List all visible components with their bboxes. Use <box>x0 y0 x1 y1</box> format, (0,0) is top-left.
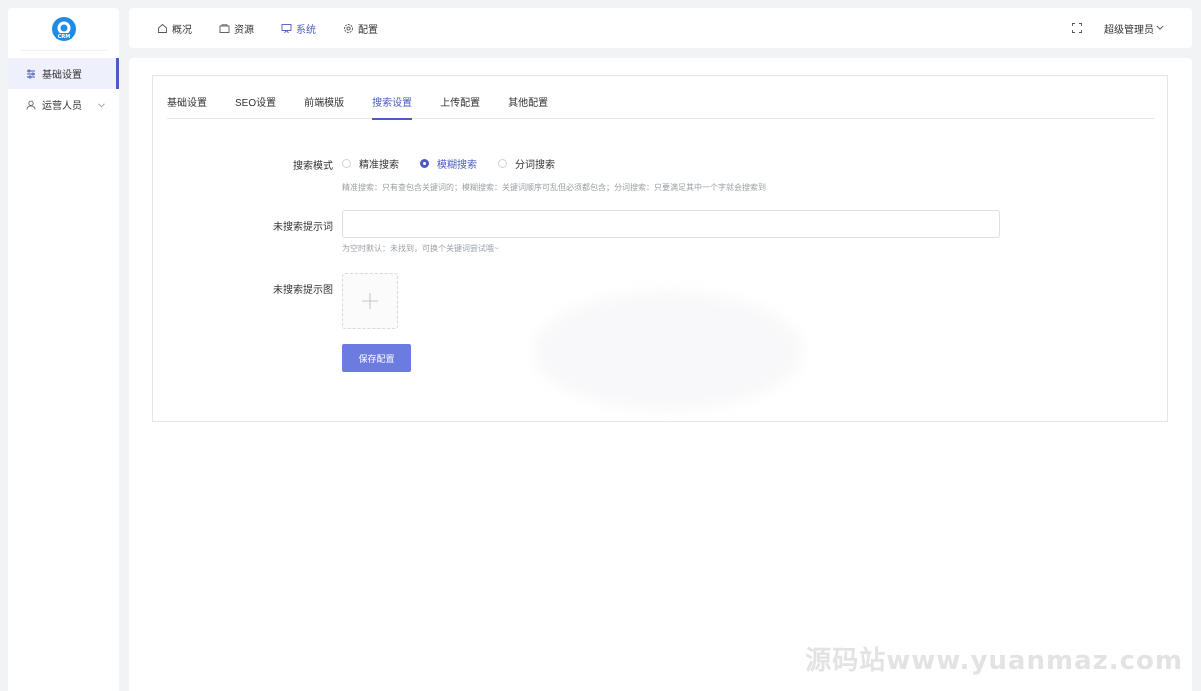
background-blur <box>533 291 803 411</box>
tab-frontend-template[interactable]: 前端模版 <box>304 97 344 119</box>
radio-segment-search[interactable]: 分词搜索 <box>498 156 555 171</box>
search-mode-radio-group: 精准搜索 模糊搜索 分词搜索 <box>342 156 576 171</box>
nav-overview[interactable]: 概况 <box>157 21 192 36</box>
user-name: 超级管理员 <box>1104 24 1154 36</box>
nav-system[interactable]: 系统 <box>281 21 316 36</box>
main-content: 基础设置 SEO设置 前端模版 搜索设置 上传配置 其他配置 搜索模式 精准搜索… <box>129 58 1192 691</box>
nav-resources[interactable]: 资源 <box>219 21 254 36</box>
nav-label: 概况 <box>172 24 192 36</box>
nav-config[interactable]: 配置 <box>343 21 378 36</box>
nav-label: 配置 <box>358 24 378 36</box>
sidebar: CRM 基础设置 运营人员 <box>8 8 119 691</box>
user-icon <box>26 100 36 110</box>
monitor-icon <box>281 23 292 34</box>
tab-upload[interactable]: 上传配置 <box>440 97 480 119</box>
nav-label: 资源 <box>234 24 254 36</box>
search-mode-label: 搜索模式 <box>293 161 333 172</box>
settings-card: 基础设置 SEO设置 前端模版 搜索设置 上传配置 其他配置 搜索模式 精准搜索… <box>152 75 1168 422</box>
folder-icon <box>219 23 230 34</box>
image-upload-box[interactable] <box>342 273 398 329</box>
fullscreen-icon[interactable] <box>1072 23 1082 33</box>
plus-icon <box>362 293 378 309</box>
tab-other[interactable]: 其他配置 <box>508 97 548 119</box>
no-result-tip-help: 为空时默认：未找到，可换个关键词尝试哦~ <box>342 244 499 253</box>
no-result-image-label: 未搜索提示图 <box>273 285 333 296</box>
radio-exact-search[interactable]: 精准搜索 <box>342 156 399 171</box>
radio-circle <box>342 159 351 168</box>
user-menu[interactable]: 超级管理员 <box>1104 21 1164 36</box>
settings-tabs: 基础设置 SEO设置 前端模版 搜索设置 上传配置 其他配置 <box>167 97 1154 120</box>
radio-circle <box>498 159 507 168</box>
tab-basic[interactable]: 基础设置 <box>167 97 207 119</box>
watermark: 源码站www.yuanmaz.com <box>805 646 1183 676</box>
radio-label: 模糊搜索 <box>437 160 477 171</box>
top-navbar: 概况 资源 系统 配置 超级管理员 <box>129 8 1192 48</box>
gear-icon <box>343 23 354 34</box>
sliders-icon <box>26 69 36 79</box>
sidebar-item-operators[interactable]: 运营人员 <box>8 89 119 120</box>
nav-label: 系统 <box>296 24 316 36</box>
radio-fuzzy-search[interactable]: 模糊搜索 <box>420 156 477 171</box>
sidebar-item-label: 运营人员 <box>42 101 82 112</box>
chevron-down-icon <box>98 100 105 111</box>
sidebar-item-basic-settings[interactable]: 基础设置 <box>8 58 119 89</box>
tab-search[interactable]: 搜索设置 <box>372 97 413 120</box>
crm-logo-icon: CRM <box>51 17 76 41</box>
radio-circle <box>420 159 429 168</box>
svg-text:CRM: CRM <box>57 34 70 40</box>
no-result-tip-label: 未搜索提示词 <box>273 222 333 233</box>
tab-seo[interactable]: SEO设置 <box>235 97 276 119</box>
radio-label: 分词搜索 <box>515 160 555 171</box>
top-right-area: 超级管理员 <box>1072 21 1192 36</box>
sidebar-item-label: 基础设置 <box>42 70 82 81</box>
chevron-down-icon <box>1156 25 1164 30</box>
radio-label: 精准搜索 <box>359 160 399 171</box>
no-result-tip-input[interactable] <box>342 210 1000 238</box>
save-button[interactable]: 保存配置 <box>342 344 411 372</box>
logo[interactable]: CRM <box>20 8 107 51</box>
home-icon <box>157 23 168 34</box>
search-mode-help: 精准搜索：只有查包含关键词的；模糊搜索：关键词顺序可乱但必须都包含；分词搜索：只… <box>342 183 766 192</box>
